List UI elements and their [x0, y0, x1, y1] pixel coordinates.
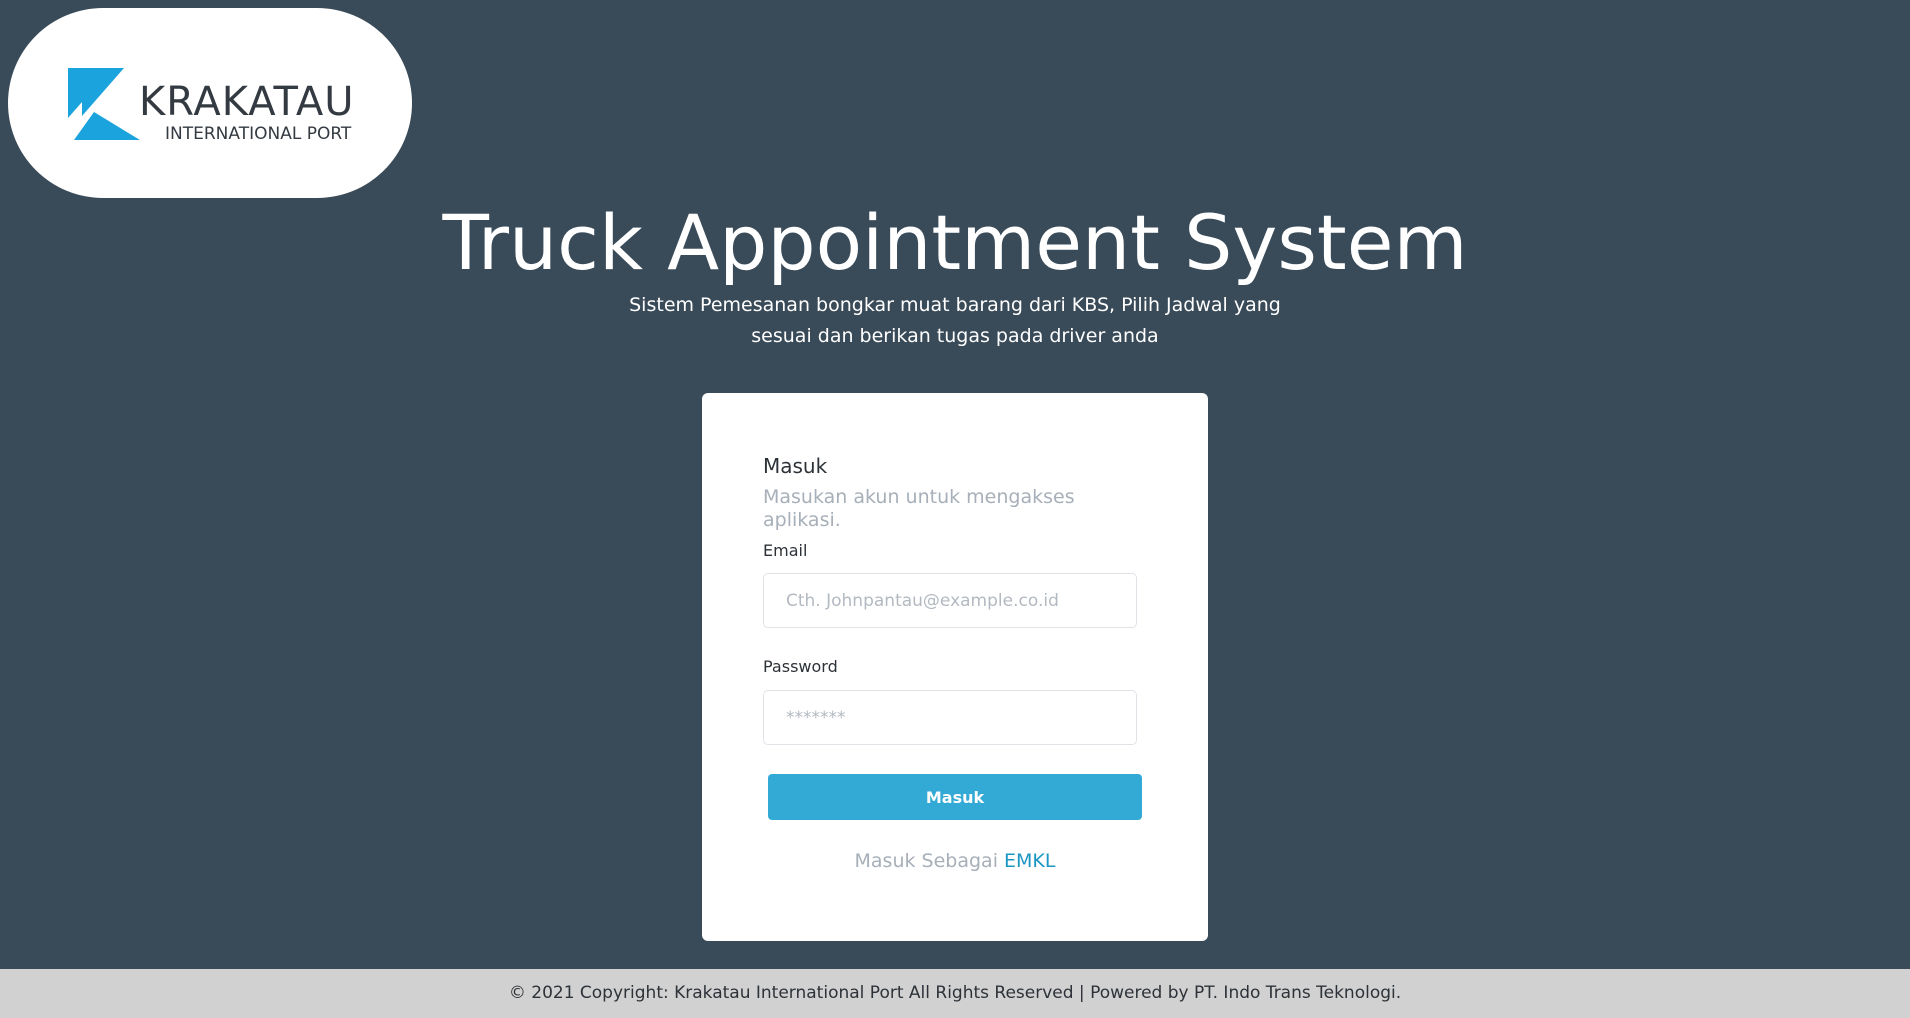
alt-login-prefix: Masuk Sebagai — [854, 850, 998, 872]
email-field[interactable] — [763, 573, 1137, 628]
page-title: Truck Appointment System — [442, 198, 1468, 287]
krakatau-logo-icon — [68, 68, 140, 140]
login-description: Masukan akun untuk mengakses aplikasi. — [763, 486, 1075, 531]
login-card: Masuk Masukan akun untuk mengakses aplik… — [702, 393, 1208, 941]
logo-container: KRAKATAU INTERNATIONAL PORT — [8, 8, 412, 198]
page-subtitle: Sistem Pemesanan bongkar muat barang dar… — [629, 294, 1281, 347]
login-title: Masuk — [763, 454, 828, 478]
email-label: Email — [763, 541, 808, 560]
footer: © 2021 Copyright: Krakatau International… — [0, 969, 1910, 1018]
password-label: Password — [763, 657, 838, 676]
login-button[interactable]: Masuk — [768, 774, 1142, 820]
emkl-login-link[interactable]: EMKL — [1004, 850, 1055, 872]
password-field[interactable] — [763, 690, 1137, 745]
logo-subtitle: INTERNATIONAL PORT — [165, 124, 352, 144]
logo-wordmark: KRAKATAU — [139, 79, 355, 125]
alt-login-line: Masuk Sebagai EMKL — [702, 848, 1208, 874]
